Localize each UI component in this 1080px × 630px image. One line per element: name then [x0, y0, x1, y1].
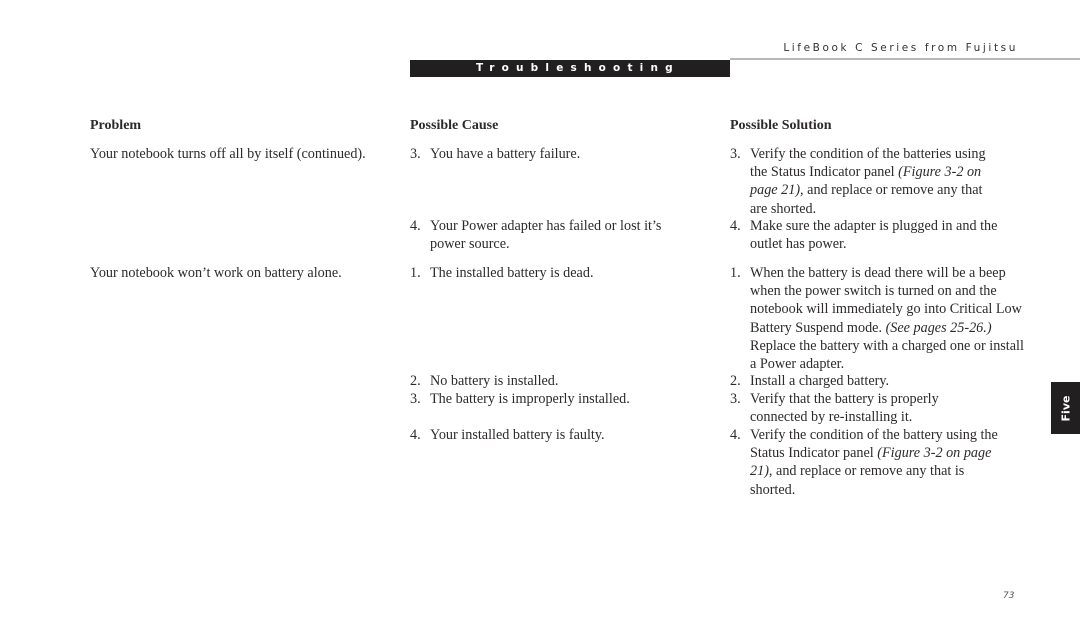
chapter-tab-label: Five	[1058, 395, 1072, 421]
header-rule	[730, 58, 1080, 60]
cause-item: 4. Your Power adapter has failed or lost…	[410, 217, 675, 253]
cause-number: 1.	[410, 265, 421, 281]
cause-text: No battery is installed.	[430, 373, 559, 389]
cause-item: 2. No battery is installed.	[410, 372, 680, 390]
solution-number: 2.	[730, 373, 741, 389]
running-title: LifeBook C Series from Fujitsu	[783, 42, 1018, 54]
problem-text: Your notebook won’t work on battery alon…	[90, 265, 342, 281]
solution-item: 2. Install a charged battery.	[730, 372, 1030, 390]
solution-item: 3. Verify the condition of the batteries…	[730, 145, 1030, 218]
cause-number: 2.	[410, 373, 421, 389]
section-title-bar: Troubleshooting	[410, 60, 730, 77]
solution-number: 4.	[730, 218, 741, 234]
cause-number: 4.	[410, 427, 421, 443]
solution-item: 3. Verify that the battery is properly c…	[730, 390, 970, 426]
chapter-tab: Five	[1051, 382, 1080, 434]
cause-item: 3. You have a battery failure.	[410, 145, 680, 163]
column-header-problem: Problem	[90, 118, 142, 133]
solution-text: Install a charged battery.	[750, 373, 890, 389]
solution-item: 4. Verify the condition of the battery u…	[730, 426, 1030, 499]
column-header-cause: Possible Cause	[410, 118, 499, 133]
cause-item: 1. The installed battery is dead.	[410, 264, 680, 282]
page-reference: (See pages 25-26.)	[885, 319, 992, 336]
solution-text: , and replace or remove any that is shor…	[750, 463, 965, 498]
cause-number: 3.	[410, 146, 421, 162]
solution-text: Make sure the adapter is plugged in and …	[750, 218, 998, 253]
cause-text: The battery is improperly installed.	[430, 391, 630, 407]
cause-text: Your installed battery is faulty.	[430, 427, 605, 443]
solution-number: 1.	[730, 265, 741, 281]
solution-item: 4. Make sure the adapter is plugged in a…	[730, 217, 1030, 253]
problem-text: Your notebook turns off all by itself (c…	[90, 146, 366, 162]
solution-number: 4.	[730, 427, 741, 443]
solution-text: Verify that the battery is properly conn…	[750, 391, 939, 426]
solution-text: Replace the battery with a charged one o…	[750, 337, 1024, 373]
cause-number: 4.	[410, 218, 421, 234]
solution-number: 3.	[730, 146, 741, 162]
cause-item: 3. The battery is improperly installed.	[410, 390, 680, 408]
cause-number: 3.	[410, 391, 421, 407]
solution-item: 1. When the battery is dead there will b…	[730, 264, 1030, 373]
cause-text: The installed battery is dead.	[430, 265, 594, 281]
cause-text: You have a battery failure.	[430, 146, 581, 162]
column-header-solution: Possible Solution	[730, 118, 832, 133]
page-number: 73	[1003, 591, 1015, 601]
cause-text: Your Power adapter has failed or lost it…	[430, 218, 662, 253]
solution-number: 3.	[730, 391, 741, 407]
cause-item: 4. Your installed battery is faulty.	[410, 426, 680, 444]
